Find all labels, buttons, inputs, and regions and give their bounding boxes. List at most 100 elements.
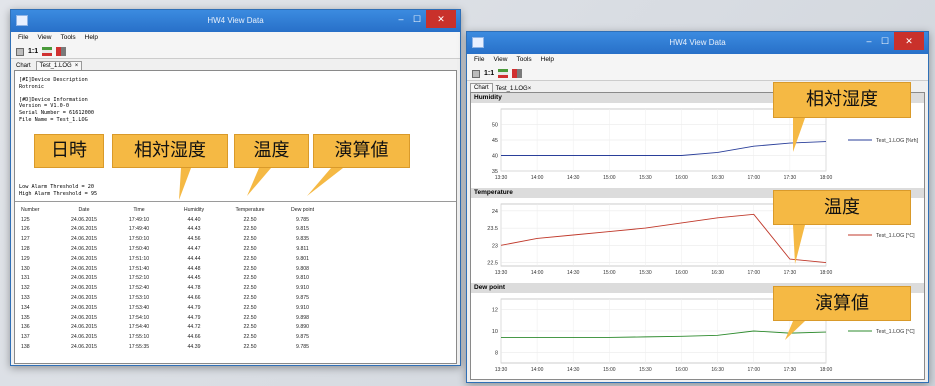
menu-file[interactable]: File <box>18 34 28 45</box>
tab-close-icon[interactable]: × <box>75 63 79 69</box>
table-cell: 22.50 <box>243 275 257 282</box>
table-cell: 44.44 <box>187 255 201 262</box>
divider <box>15 201 456 202</box>
table-cell: 22.50 <box>243 226 257 233</box>
table-cell: 17:54:10 <box>128 314 150 321</box>
callout-date-time: 日時 <box>34 134 104 168</box>
table-view-icon[interactable] <box>56 47 67 56</box>
x-tick-label: 16:30 <box>711 367 724 373</box>
maximize-button[interactable]: ☐ <box>410 10 424 28</box>
x-tick-label: 14:00 <box>531 270 544 276</box>
x-tick-label: 14:30 <box>567 367 580 373</box>
callout-humidity: 相対湿度 <box>112 134 228 168</box>
table-cell: 126 <box>21 226 30 233</box>
table-cell: 17:51:10 <box>128 255 150 262</box>
table-row[interactable]: 134 24.06.2015 17:53:40 44.79 22.50 9.910 <box>21 303 326 313</box>
x-tick-label: 16:00 <box>675 270 688 276</box>
close-button[interactable]: ✕ <box>894 32 924 50</box>
y-tick-label: 23.5 <box>487 226 498 232</box>
print-icon[interactable] <box>16 47 24 56</box>
table-row[interactable]: 127 24.06.2015 17:50:10 44.56 22.50 9.835 <box>21 234 326 244</box>
col-number[interactable]: Number <box>21 205 57 215</box>
table-cell: 125 <box>21 216 30 223</box>
x-tick-label: 15:00 <box>603 270 616 276</box>
legend-label: Test_1.LOG [°C] <box>876 233 915 239</box>
table-cell: 9.910 <box>296 285 309 292</box>
table-cell: 134 <box>21 304 30 311</box>
table-row[interactable]: 129 24.06.2015 17:51:10 44.44 22.50 9.801 <box>21 254 326 264</box>
table-row[interactable]: 137 24.06.2015 17:55:10 44.66 22.50 9.875 <box>21 332 326 342</box>
col-temperature[interactable]: Temperature <box>221 205 279 215</box>
col-time[interactable]: Time <box>111 205 167 215</box>
table-row[interactable]: 128 24.06.2015 17:50:40 44.47 22.50 9.811 <box>21 244 326 254</box>
x-tick-label: 16:00 <box>675 175 688 181</box>
minimize-button[interactable]: – <box>394 10 408 28</box>
table-cell: 9.801 <box>296 255 309 262</box>
table-cell: 44.45 <box>187 275 201 282</box>
menu-tools[interactable]: Tools <box>60 34 75 45</box>
right-titlebar[interactable]: HW4 View Data – ☐ ✕ <box>467 32 928 54</box>
table-row[interactable]: 130 24.06.2015 17:51:40 44.48 22.50 9.808 <box>21 264 326 274</box>
minimize-button[interactable]: – <box>862 32 876 50</box>
menu-file[interactable]: File <box>474 56 484 67</box>
log-line: File Name = Test_1.LOG <box>19 116 88 123</box>
col-date[interactable]: Date <box>57 205 111 215</box>
table-cell: 22.50 <box>243 265 257 272</box>
zoom-1-1-button[interactable]: 1:1 <box>28 48 38 55</box>
table-cell: 24.06.2015 <box>71 226 97 233</box>
chart-view-icon[interactable] <box>498 69 509 78</box>
close-button[interactable]: ✕ <box>426 10 456 28</box>
menu-view[interactable]: View <box>37 34 51 45</box>
x-tick-label: 15:30 <box>639 367 652 373</box>
tab-file[interactable]: Test_1.LOG× <box>35 61 83 70</box>
table-cell: 24.06.2015 <box>71 344 97 351</box>
table-cell: 17:50:40 <box>128 246 150 253</box>
table-row[interactable]: 138 24.06.2015 17:55:35 44.39 22.50 9.785 <box>21 342 326 352</box>
print-icon[interactable] <box>472 69 480 78</box>
table-row[interactable]: 135 24.06.2015 17:54:10 44.79 22.50 9.898 <box>21 313 326 323</box>
table-cell: 22.50 <box>243 324 257 331</box>
y-tick-label: 40 <box>492 154 498 160</box>
table-cell: 44.79 <box>187 304 201 311</box>
x-tick-label: 13:30 <box>495 367 508 373</box>
x-tick-label: 17:30 <box>784 175 797 181</box>
table-cell: 17:49:10 <box>128 216 150 223</box>
table-cell: 44.66 <box>187 334 201 341</box>
x-tick-label: 16:30 <box>711 270 724 276</box>
table-cell: 44.47 <box>187 246 201 253</box>
table-cell: 9.815 <box>296 226 309 233</box>
table-view-icon[interactable] <box>512 69 523 78</box>
log-line: [#D]Device Information <box>19 96 88 103</box>
chart-view-icon[interactable] <box>42 47 53 56</box>
table-row[interactable]: 132 24.06.2015 17:52:40 44.78 22.50 9.910 <box>21 283 326 293</box>
table-cell: 17:55:10 <box>128 334 150 341</box>
menu-tools[interactable]: Tools <box>516 56 531 67</box>
zoom-1-1-button[interactable]: 1:1 <box>484 70 494 77</box>
table-cell: 9.835 <box>296 236 309 243</box>
x-tick-label: 14:00 <box>531 175 544 181</box>
col-humidity[interactable]: Humidity <box>167 205 221 215</box>
table-cell: 44.72 <box>187 324 201 331</box>
table-cell: 17:51:40 <box>128 265 150 272</box>
menu-help[interactable]: Help <box>541 56 554 67</box>
table-cell: 17:50:10 <box>128 236 150 243</box>
table-cell: 24.06.2015 <box>71 314 97 321</box>
table-row[interactable]: 125 24.06.2015 17:49:10 44.40 22.50 9.785 <box>21 215 326 225</box>
table-cell: 24.06.2015 <box>71 334 97 341</box>
table-row[interactable]: 126 24.06.2015 17:49:40 44.43 22.50 9.815 <box>21 225 326 235</box>
table-cell: 24.06.2015 <box>71 265 97 272</box>
table-cell: 24.06.2015 <box>71 295 97 302</box>
table-row[interactable]: 131 24.06.2015 17:52:10 44.45 22.50 9.810 <box>21 274 326 284</box>
col-dew-point[interactable]: Dew point <box>279 205 326 215</box>
menu-help[interactable]: Help <box>85 34 98 45</box>
left-titlebar[interactable]: HW4 View Data – ☐ ✕ <box>11 10 460 32</box>
table-row[interactable]: 136 24.06.2015 17:54:40 44.72 22.50 9.890 <box>21 323 326 333</box>
tab-chart[interactable]: Chart <box>470 83 493 92</box>
toolbar: 1:1 <box>11 45 460 59</box>
menu-view[interactable]: View <box>493 56 507 67</box>
charts-panel: Humidity 35 40 45 50 13:30 14:00 14:30 15:00 15:3… <box>470 92 925 380</box>
x-tick-label: 13:30 <box>495 175 508 181</box>
maximize-button[interactable]: ☐ <box>878 32 892 50</box>
tab-chart[interactable]: Chart <box>14 62 33 70</box>
table-row[interactable]: 133 24.06.2015 17:53:10 44.66 22.50 9.875 <box>21 293 326 303</box>
